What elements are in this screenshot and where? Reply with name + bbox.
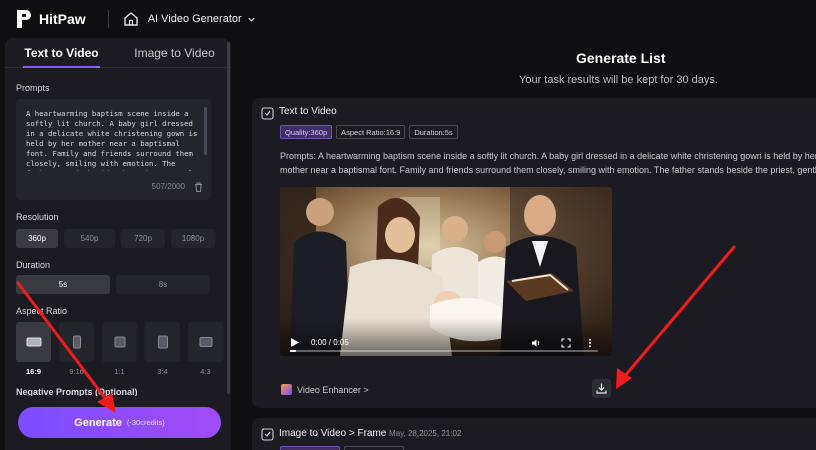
task2-date: May, 28,2025, 21:02 — [389, 429, 462, 438]
resolution-720p[interactable]: 720p — [121, 229, 165, 248]
task-icon — [261, 428, 274, 441]
quality-badge — [280, 446, 340, 450]
task-icon — [261, 107, 274, 120]
video-time: 0:00 / 0:05 — [311, 338, 349, 347]
portrait-ratio-icon — [72, 335, 81, 349]
aspect-9-16-button[interactable] — [59, 322, 94, 362]
page-title: Generate List — [576, 50, 666, 66]
prompt-text[interactable]: A heartwarming baptism scene inside a so… — [26, 109, 202, 171]
divider — [107, 10, 109, 28]
landscape-ratio-icon — [26, 337, 41, 347]
duration-badge: Duration:5s — [409, 125, 458, 139]
task-card: Text to Video Quality:360p Aspect Ratio:… — [252, 98, 816, 408]
volume-icon[interactable] — [531, 338, 541, 348]
settings-scrollbar[interactable] — [227, 42, 230, 394]
video-controls: 0:00 / 0:05 — [280, 318, 612, 356]
logo-text: HitPaw — [39, 11, 86, 27]
task2-title: Image to Video > Frame — [279, 428, 387, 439]
aspect-3-4-button[interactable] — [145, 322, 180, 362]
page-subtitle: Your task results will be kept for 30 da… — [519, 74, 718, 86]
quality-badge: Quality:360p — [280, 125, 333, 139]
mode-tabs: Text to Video Image to Video — [5, 38, 231, 68]
generate-label: Generate — [74, 416, 122, 429]
module-selector[interactable]: AI Video Generator — [148, 13, 242, 25]
aspect-label-16-9: 16:9 — [25, 367, 41, 376]
duration-5s[interactable]: 5s — [16, 275, 110, 294]
prompt-char-count: 507/2000 — [151, 182, 185, 191]
hitpaw-logo-icon — [17, 10, 31, 28]
aspect-ratio-options — [16, 322, 223, 362]
resolution-1080p[interactable]: 1080p — [171, 229, 215, 248]
chevron-down-icon[interactable] — [247, 15, 256, 24]
logo[interactable]: HitPaw — [16, 9, 86, 29]
duration-8s[interactable]: 8s — [116, 275, 210, 294]
more-icon[interactable] — [585, 338, 595, 348]
settings-panel: Text to Video Image to Video Prompts A h… — [5, 38, 231, 450]
video-progress-fill — [290, 350, 297, 352]
play-icon[interactable] — [291, 338, 299, 347]
download-icon — [596, 383, 607, 394]
resolution-label: Resolution — [16, 212, 59, 222]
generate-button[interactable]: Generate (-30credits) — [18, 407, 221, 438]
resolution-options: 360p 540p 720p 1080p — [16, 229, 215, 248]
aspect-ratio-badge: Aspect Ratio:16:9 — [336, 125, 406, 139]
aspect-ratio-labels: 16:9 9:16 1:1 3:4 4:3 — [16, 367, 223, 376]
video-enhancer-icon — [281, 384, 292, 395]
square-ratio-icon — [114, 336, 125, 348]
aspect-1-1-button[interactable] — [102, 322, 137, 362]
generate-credits: (-30credits) — [126, 418, 165, 427]
prompt-scrollbar[interactable] — [204, 107, 207, 155]
top-bar: HitPaw AI Video Generator — [0, 0, 816, 38]
portrait-ratio-icon — [157, 335, 168, 349]
fullscreen-icon[interactable] — [561, 338, 571, 348]
aspect-label-4-3: 4:3 — [200, 367, 211, 376]
video-player[interactable]: 0:00 / 0:05 — [280, 187, 612, 356]
resolution-360p[interactable]: 360p — [16, 229, 58, 248]
aspect-label-3-4: 3:4 — [157, 367, 168, 376]
duration-options: 5s 8s — [16, 275, 210, 294]
video-enhancer-link[interactable]: Video Enhancer > — [281, 384, 369, 395]
aspect-label-9-16: 9:16 — [69, 367, 84, 376]
home-icon[interactable] — [123, 11, 139, 27]
prompts-label: Prompts — [16, 83, 50, 93]
video-enhancer-label: Video Enhancer > — [297, 384, 369, 395]
aspect-ratio-badge — [344, 446, 404, 450]
duration-label: Duration — [16, 260, 51, 270]
aspect-label-1-1: 1:1 — [114, 367, 125, 376]
task-title: Text to Video — [279, 106, 337, 117]
prompt-input[interactable]: A heartwarming baptism scene inside a so… — [16, 99, 211, 200]
tab-text-to-video[interactable]: Text to Video — [5, 38, 118, 68]
task-params: Quality:360p Aspect Ratio:16:9 Duration:… — [280, 125, 458, 139]
aspect-4-3-button[interactable] — [188, 322, 223, 362]
tab-image-to-video[interactable]: Image to Video — [118, 38, 231, 67]
aspect-16-9-button[interactable] — [16, 322, 51, 362]
download-button[interactable] — [592, 379, 611, 398]
video-progress-bar[interactable] — [290, 350, 598, 352]
task-prompt: Prompts: A heartwarming baptism scene in… — [280, 151, 816, 175]
trash-icon[interactable] — [194, 182, 203, 192]
resolution-540p[interactable]: 540p — [64, 229, 115, 248]
aspect-ratio-label: Aspect Ratio — [16, 306, 68, 316]
task-card-2: Image to Video > Frame May, 28,2025, 21:… — [252, 418, 816, 450]
landscape-ratio-icon — [199, 337, 212, 347]
